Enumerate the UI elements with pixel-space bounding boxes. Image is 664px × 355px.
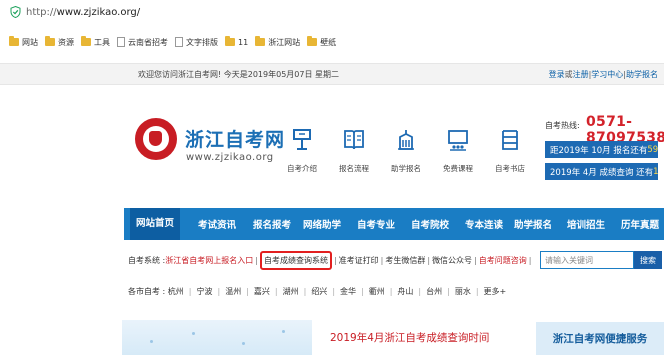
countdown-score-query[interactable]: 2019年 4月 成绩查询 还有 1 天: [545, 163, 664, 180]
banner-decoration: [282, 330, 285, 333]
folder-icon: [45, 36, 55, 46]
bookmark-item[interactable]: 资源: [45, 36, 74, 48]
page-icon: [175, 37, 183, 47]
logo-emblem: [143, 126, 169, 152]
city-link[interactable]: 杭州: [168, 286, 184, 297]
assist-link[interactable]: 助学报名: [626, 70, 658, 79]
consult-link[interactable]: 自考问题咨询: [479, 255, 527, 266]
shield-icon: [10, 6, 21, 18]
bookshelf-icon: [502, 130, 518, 150]
headline-news-link[interactable]: 2019年4月浙江自考成绩查询时间: [330, 330, 489, 345]
brand-name[interactable]: 浙江自考网: [185, 125, 285, 152]
city-link[interactable]: 金华: [340, 286, 356, 297]
nav-online-study[interactable]: 网络助学: [303, 217, 341, 231]
admission-ticket-link[interactable]: 准考证打印: [339, 255, 379, 266]
study-center-link[interactable]: 学习中心: [591, 70, 623, 79]
wechat-official-link[interactable]: 微信公众号: [432, 255, 472, 266]
header-quick-links: 自考介绍 报名流程 助学报名 免费课程 自考书店: [276, 128, 536, 174]
city-link[interactable]: 湖州: [283, 286, 299, 297]
online-registration-link[interactable]: 浙江省自考网上报名入口: [165, 255, 253, 266]
bookmark-item[interactable]: 网站: [9, 36, 38, 48]
welcome-text: 欢迎您访问浙江自考网! 今天是2019年05月07日 星期二: [138, 70, 340, 79]
url-scheme: http://: [26, 6, 57, 18]
bookmarks-bar: 网站 资源 工具 云南省招考 文字排版 11 浙江网站 壁纸: [0, 34, 343, 50]
brand-url: www.zjzikao.org: [186, 152, 274, 163]
city-link[interactable]: 宁波: [197, 286, 213, 297]
nav-majors[interactable]: 自考专业: [357, 217, 395, 231]
page-icon: [117, 37, 125, 47]
login-link[interactable]: 登录: [549, 70, 565, 79]
slide-banner[interactable]: [122, 320, 312, 355]
nav-schools[interactable]: 自考院校: [411, 217, 449, 231]
hotline-label: 自考热线:: [545, 121, 580, 130]
folder-icon: [225, 36, 235, 46]
city-link[interactable]: 衢州: [369, 286, 385, 297]
bookmark-item[interactable]: 云南省招考: [117, 37, 168, 48]
nav-news[interactable]: 考试资讯: [198, 217, 236, 231]
nav-training[interactable]: 培训招生: [567, 217, 605, 231]
url-text[interactable]: http://www.zjzikao.org/: [26, 7, 140, 18]
url-host: www.zjzikao.org/: [56, 6, 141, 18]
city-link[interactable]: 舟山: [397, 286, 413, 297]
quick-link-process[interactable]: 报名流程: [328, 128, 380, 174]
nav-past-exams[interactable]: 历年真题: [621, 217, 659, 231]
classroom-icon: [448, 130, 468, 151]
nav-continuing[interactable]: 专本连读: [465, 217, 503, 231]
site-logo[interactable]: [135, 118, 177, 160]
url-bar[interactable]: http://www.zjzikao.org/: [0, 0, 664, 24]
nav-register[interactable]: 报名报考: [253, 217, 291, 231]
banner-decoration: [192, 332, 195, 335]
city-links-row: 各市自考 : 杭州 | 宁波 | 温州 | 嘉兴 | 湖州 | 绍兴 | 金华 | 衢州 | 舟…: [128, 286, 507, 297]
folder-icon: [255, 36, 266, 46]
bookmark-item[interactable]: 工具: [81, 36, 110, 48]
book-icon: [344, 130, 364, 150]
banner-decoration: [150, 340, 153, 343]
quick-link-intro[interactable]: 自考介绍: [276, 128, 328, 174]
city-link[interactable]: 绍兴: [311, 286, 327, 297]
wechat-group-link[interactable]: 考生微信群: [385, 255, 425, 266]
quick-link-assist[interactable]: 助学报名: [380, 128, 432, 174]
top-info-bar: 欢迎您访问浙江自考网! 今天是2019年05月07日 星期二 登录或注册|学习中…: [0, 63, 664, 85]
lectern-icon: [293, 129, 311, 150]
search-input[interactable]: 请输入关键词: [540, 251, 634, 269]
system-links-row: 自考系统 : 浙江省自考网上报名入口 | 自考成绩查询系统 | 准考证打印 | …: [128, 250, 533, 270]
search-button[interactable]: 搜索: [634, 251, 662, 269]
bookmark-item[interactable]: 11: [225, 36, 248, 47]
quick-service-title: 浙江自考网便捷服务: [536, 322, 664, 355]
quick-link-courses[interactable]: 免费课程: [432, 128, 484, 174]
bookmark-item[interactable]: 壁纸: [307, 36, 336, 48]
bookmark-item[interactable]: 文字排版: [175, 37, 218, 48]
building-icon: [398, 130, 414, 150]
top-links: 登录或注册|学习中心|助学报名: [548, 70, 658, 79]
countdown-registration[interactable]: 距2019年 10月 报名还有 59 天: [545, 141, 664, 158]
city-link[interactable]: 嘉兴: [254, 286, 270, 297]
nav-assist-signup[interactable]: 助学报名: [514, 217, 552, 231]
score-query-system-link[interactable]: 自考成绩查询系统: [259, 250, 332, 270]
folder-icon: [81, 36, 91, 46]
folder-icon: [9, 36, 19, 46]
quick-link-bookstore[interactable]: 自考书店: [484, 128, 536, 174]
city-link[interactable]: 丽水: [455, 286, 471, 297]
folder-icon: [307, 36, 318, 46]
more-cities-link[interactable]: 更多+: [484, 286, 507, 297]
banner-decoration: [242, 342, 245, 345]
bookmark-item[interactable]: 浙江网站: [255, 36, 300, 48]
nav-home[interactable]: 网站首页: [130, 208, 181, 240]
city-link[interactable]: 台州: [426, 286, 442, 297]
register-link[interactable]: 注册: [573, 70, 589, 79]
city-link[interactable]: 温州: [225, 286, 241, 297]
main-nav: 网站首页 考试资讯 报名报考 网络助学 自考专业 自考院校 专本连读 助学报名 …: [124, 208, 664, 240]
